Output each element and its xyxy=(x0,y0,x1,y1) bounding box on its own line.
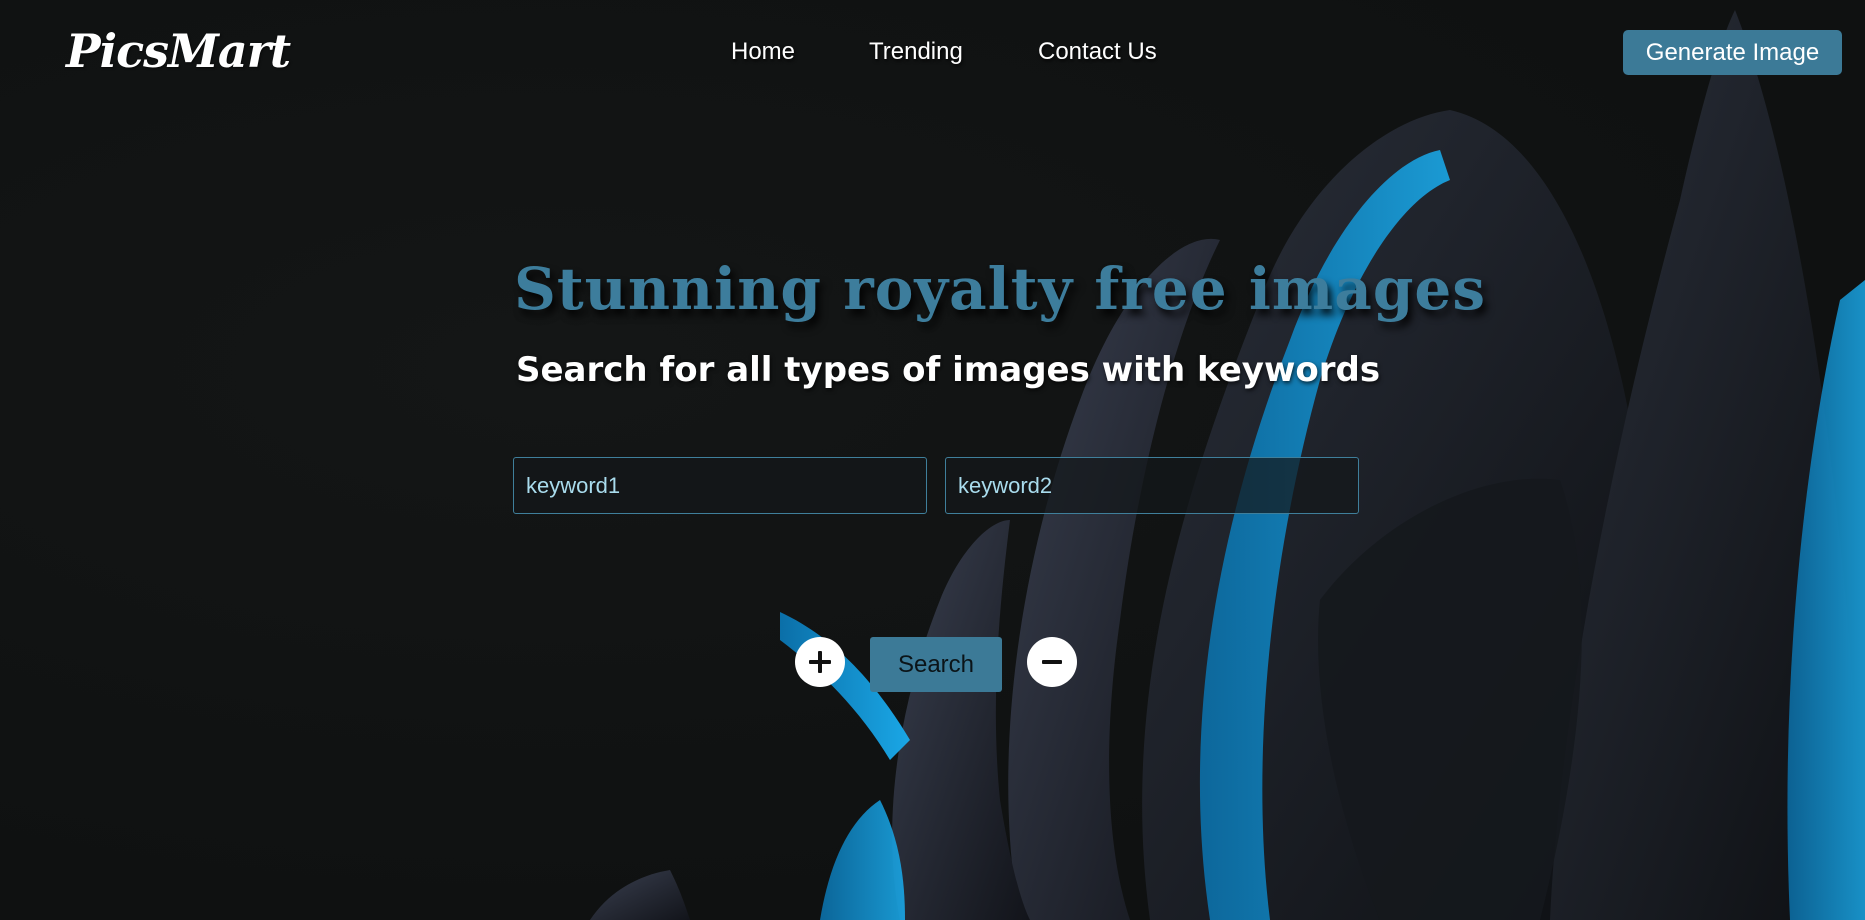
plus-icon xyxy=(809,651,831,673)
nav-link-home[interactable]: Home xyxy=(731,38,795,66)
hero-title: Stunning royalty free images xyxy=(514,255,1486,323)
keyword2-input[interactable] xyxy=(945,457,1359,514)
minus-icon xyxy=(1042,660,1062,664)
keyword1-input[interactable] xyxy=(513,457,927,514)
background-art xyxy=(590,10,1865,920)
remove-keyword-button[interactable] xyxy=(1027,637,1077,687)
add-keyword-button[interactable] xyxy=(795,637,845,687)
generate-image-button[interactable]: Generate Image xyxy=(1623,30,1842,75)
page: PicsMart Home Trending Contact Us Genera… xyxy=(0,0,1865,920)
hero-subtitle: Search for all types of images with keyw… xyxy=(516,350,1381,390)
nav-link-contact-us[interactable]: Contact Us xyxy=(1038,38,1157,66)
logo[interactable]: PicsMart xyxy=(66,24,291,78)
search-button[interactable]: Search xyxy=(870,637,1002,692)
nav-link-trending[interactable]: Trending xyxy=(869,38,963,66)
